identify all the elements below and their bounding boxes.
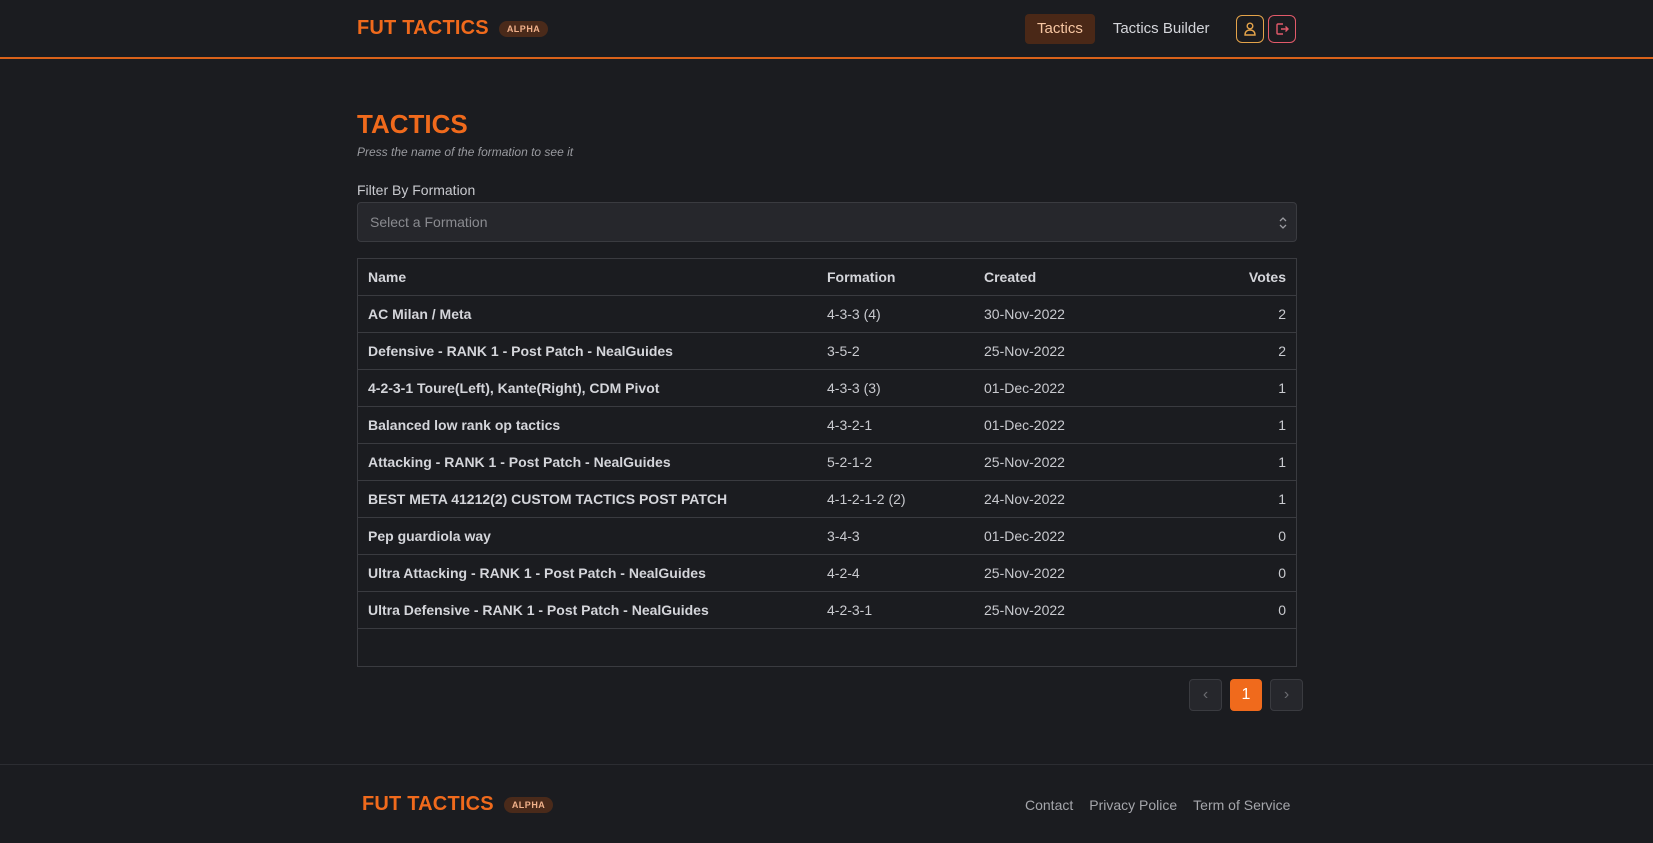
page-1-button[interactable]: 1 [1230,679,1262,711]
tactic-name-link[interactable]: 4-2-3-1 Toure(Left), Kante(Right), CDM P… [358,380,827,396]
tactic-created: 01-Dec-2022 [984,528,1065,544]
footer-brand[interactable]: FUT TACTICS ALPHA [362,793,554,816]
table-row: Ultra Attacking - RANK 1 - Post Patch - … [358,555,1296,592]
table-row: Defensive - RANK 1 - Post Patch - NealGu… [358,333,1296,370]
tactic-votes: 1 [1278,380,1286,396]
select-arrows-icon [1279,217,1287,229]
tactic-formation: 3-5-2 [827,343,860,359]
top-navbar: FUT TACTICS ALPHA Tactics Tactics Builde… [0,0,1653,59]
tactic-created: 25-Nov-2022 [984,343,1065,359]
nav-tactics[interactable]: Tactics [1025,14,1095,44]
tactic-created: 25-Nov-2022 [984,602,1065,618]
tactic-created: 30-Nov-2022 [984,306,1065,322]
tactic-formation: 4-1-2-1-2 (2) [827,491,906,507]
tactic-name-link[interactable]: Ultra Attacking - RANK 1 - Post Patch - … [358,565,827,581]
column-header-formation[interactable]: Formation [827,269,984,285]
table-row: BEST META 41212(2) CUSTOM TACTICS POST P… [358,481,1296,518]
tactic-formation: 4-2-4 [827,565,860,581]
tactic-votes: 2 [1278,306,1286,322]
filter-label: Filter By Formation [357,182,476,198]
page-title: TACTICS [357,109,468,139]
tactic-formation: 4-3-2-1 [827,417,873,433]
tactic-created: 01-Dec-2022 [984,380,1065,396]
tactic-formation: 5-2-1-2 [827,454,873,470]
tactic-votes: 0 [1278,528,1286,544]
table-row: AC Milan / Meta 4-3-3 (4) 30-Nov-2022 2 [358,296,1296,333]
tactic-votes: 0 [1278,565,1286,581]
tactics-table: Name Formation Created Votes AC Milan / … [357,258,1297,667]
tactic-created: 01-Dec-2022 [984,417,1065,433]
tactic-created: 25-Nov-2022 [984,565,1065,581]
table-row: 4-2-3-1 Toure(Left), Kante(Right), CDM P… [358,370,1296,407]
prev-page-button[interactable]: ‹ [1189,679,1222,711]
user-icon[interactable] [1236,15,1264,43]
tactic-votes: 1 [1278,417,1286,433]
tactic-created: 24-Nov-2022 [984,491,1065,507]
tactic-formation: 4-2-3-1 [827,602,873,618]
tactic-votes: 0 [1278,602,1286,618]
tactic-formation: 4-3-3 (3) [827,380,881,396]
tactic-formation: 3-4-3 [827,528,860,544]
tactic-name-link[interactable]: Attacking - RANK 1 - Post Patch - NealGu… [358,454,827,470]
tactic-votes: 2 [1278,343,1286,359]
logout-icon[interactable] [1268,15,1296,43]
column-header-name[interactable]: Name [358,269,827,285]
table-header: Name Formation Created Votes [358,259,1296,296]
footer: FUT TACTICS ALPHA Contact Privacy Police… [0,764,1653,843]
pagination: ‹ 1 › [1181,679,1303,711]
footer-brand-title[interactable]: FUT TACTICS [362,793,494,816]
column-header-votes[interactable]: Votes [1164,269,1296,285]
table-row: Attacking - RANK 1 - Post Patch - NealGu… [358,444,1296,481]
brand[interactable]: FUT TACTICS ALPHA [357,17,549,40]
footer-link-contact[interactable]: Contact [1025,797,1073,813]
column-header-created[interactable]: Created [984,269,1164,285]
table-row: Pep guardiola way 3-4-3 01-Dec-2022 0 [358,518,1296,555]
footer-link-terms[interactable]: Term of Service [1193,797,1290,813]
tactic-created: 25-Nov-2022 [984,454,1065,470]
footer-alpha-badge: ALPHA [503,796,554,813]
nav-tactics-builder[interactable]: Tactics Builder [1101,14,1222,44]
tactic-name-link[interactable]: Pep guardiola way [358,528,827,544]
tactic-votes: 1 [1278,491,1286,507]
page-subtitle: Press the name of the formation to see i… [357,145,574,159]
table-row: Balanced low rank op tactics 4-3-2-1 01-… [358,407,1296,444]
brand-title[interactable]: FUT TACTICS [357,17,489,40]
tactic-name-link[interactable]: Balanced low rank op tactics [358,417,827,433]
next-page-button[interactable]: › [1270,679,1303,711]
tactic-name-link[interactable]: Ultra Defensive - RANK 1 - Post Patch - … [358,602,827,618]
main-nav: Tactics Tactics Builder [1025,14,1228,44]
table-row: Ultra Defensive - RANK 1 - Post Patch - … [358,592,1296,629]
tactic-votes: 1 [1278,454,1286,470]
tactic-formation: 4-3-3 (4) [827,306,881,322]
tactic-name-link[interactable]: BEST META 41212(2) CUSTOM TACTICS POST P… [358,491,827,507]
alpha-badge: ALPHA [498,20,549,37]
tactic-name-link[interactable]: Defensive - RANK 1 - Post Patch - NealGu… [358,343,827,359]
tactic-name-link[interactable]: AC Milan / Meta [358,306,827,322]
footer-link-privacy[interactable]: Privacy Police [1089,797,1177,813]
formation-select[interactable]: Select a Formation [357,202,1297,242]
footer-links: Contact Privacy Police Term of Service [1025,797,1306,813]
formation-select-placeholder: Select a Formation [370,214,488,230]
